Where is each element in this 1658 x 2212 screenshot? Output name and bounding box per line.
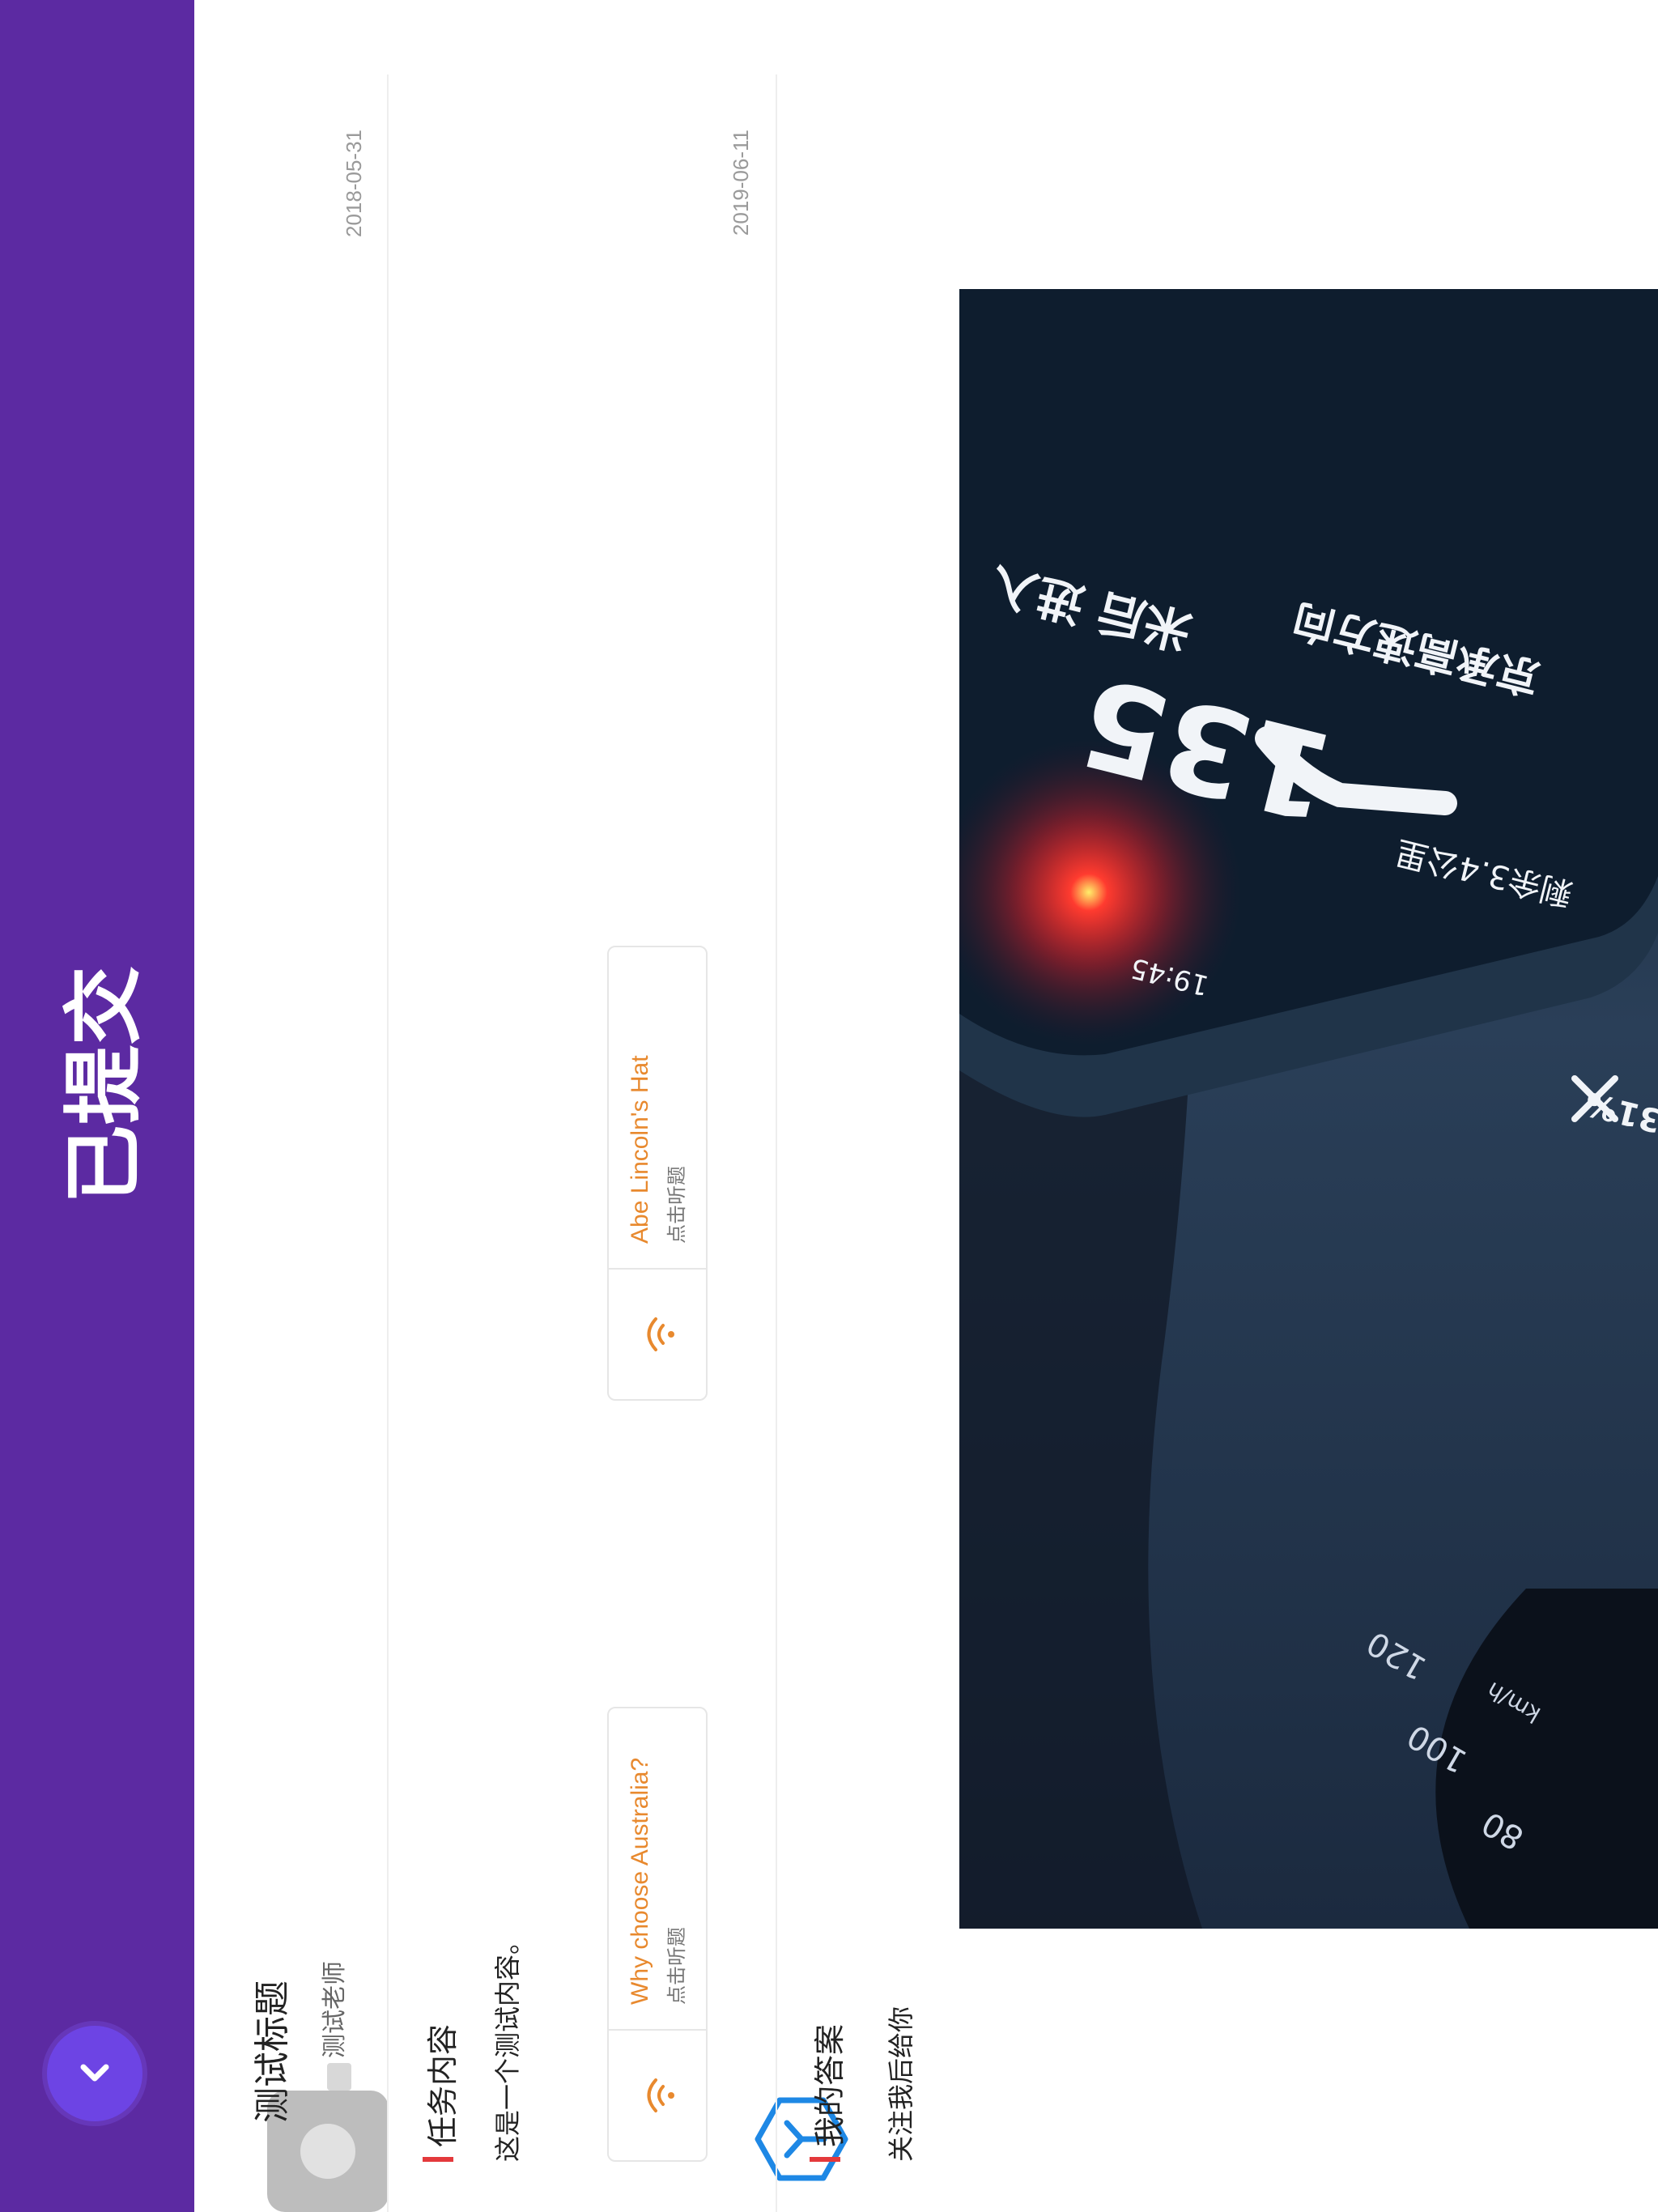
audio-title: Why choose Australia? <box>626 1757 653 2005</box>
content-area: 测试标题 测试老师 2018-05-31 任务内容 这是一个测试内容。 Why … <box>194 0 1658 2212</box>
task-content: 这是一个测试内容。 <box>493 1928 522 2162</box>
divider <box>387 74 389 2212</box>
section-label-answer: 我的答案 <box>814 2023 848 2147</box>
audio-title: Abe Lincoln's Hat <box>626 1055 653 1244</box>
header-bar: 已提交 <box>0 0 194 2212</box>
section-label-task: 任务内容 <box>427 2023 461 2147</box>
teacher-name: 测试老师 <box>321 1961 348 2058</box>
audio-wave-icon <box>647 1317 674 1351</box>
audio-wave-icon <box>647 2078 674 2112</box>
task-date: 2018-05-31 <box>342 130 366 237</box>
page-title: 已提交 <box>59 965 148 1205</box>
audio-subtitle: 点击听题 <box>665 1927 688 2005</box>
section-marker <box>423 2157 453 2162</box>
section-marker <box>810 2157 840 2162</box>
collapse-button[interactable] <box>47 2026 142 2121</box>
car-navigation-photo: 80 100 120 km/h 135 米后 进入 京承高速方向 剩余3.4公里… <box>959 289 1658 1929</box>
answer-photo[interactable]: 80 100 120 km/h 135 米后 进入 京承高速方向 剩余3.4公里… <box>959 289 1658 1929</box>
chevron-down-icon <box>80 2064 109 2082</box>
task-title: 测试标题 <box>253 1980 292 2123</box>
audio-card[interactable]: Why choose Australia? 点击听题 <box>607 1707 708 2162</box>
contact-card-icon <box>327 2063 351 2091</box>
answer-date: 2019-06-11 <box>729 130 753 236</box>
audio-subtitle: 点击听题 <box>665 1166 688 1244</box>
answer-content: 关注我后给你 <box>886 2006 916 2162</box>
divider <box>776 74 777 2212</box>
avatar-placeholder-icon <box>300 2124 355 2179</box>
audio-card[interactable]: Abe Lincoln's Hat 点击听题 <box>607 946 708 1401</box>
